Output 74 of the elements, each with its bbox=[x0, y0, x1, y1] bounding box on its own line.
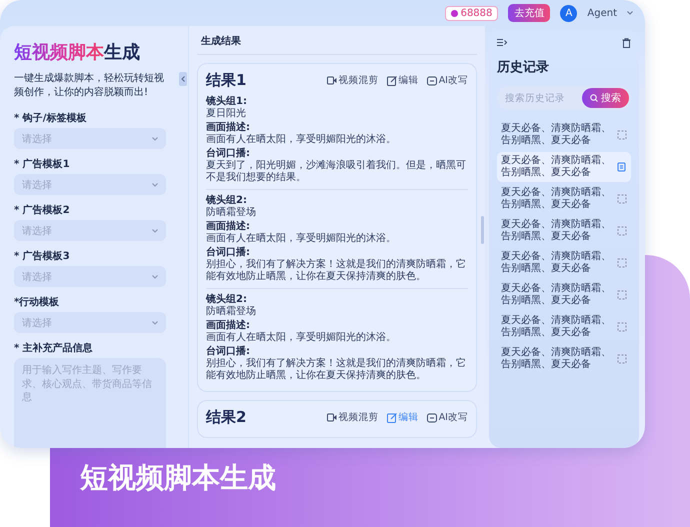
trash-icon[interactable] bbox=[622, 38, 631, 48]
dashed-square-icon[interactable] bbox=[617, 354, 627, 364]
shot-label: 画面描述: bbox=[206, 320, 251, 332]
chevron-left-icon bbox=[181, 76, 185, 82]
user-name[interactable]: Agent bbox=[587, 8, 617, 18]
chevron-down-icon[interactable] bbox=[152, 320, 158, 324]
action-link[interactable]: AI改写 bbox=[426, 74, 468, 87]
field-label: * 广告模板1 bbox=[14, 157, 71, 171]
result-title: 结果2 bbox=[206, 408, 246, 427]
shot-text: 夏天到了，阳光明媚，沙滩海浪吸引着我们。但是，晒黑可不是我们想要的结果。 bbox=[206, 160, 467, 184]
edit-icon bbox=[386, 76, 397, 86]
history-item[interactable]: 夏天必备、清爽防晒霜、告别晒黑、夏天必备 bbox=[497, 152, 631, 182]
history-item[interactable]: 夏天必备、清爽防晒霜、告别晒黑、夏天必备 bbox=[497, 120, 631, 150]
results-heading: 生成结果 bbox=[197, 34, 477, 55]
chevron-down-icon[interactable] bbox=[152, 228, 158, 232]
field-label: *行动模板 bbox=[14, 296, 60, 309]
shot-text: 别担心，我们有了解决方案！这就是我们的清爽防晒霜，它能有效地防止晒黑，让你在夏天保持清爽的肤色。 bbox=[206, 259, 467, 283]
user-avatar[interactable]: A bbox=[560, 4, 578, 22]
shot-text: 画面有人在晒太阳，享受明媚阳光的沐浴。 bbox=[206, 134, 397, 146]
scrollbar-thumb[interactable] bbox=[481, 216, 484, 244]
caret-icon[interactable] bbox=[627, 11, 633, 15]
history-title: 历史记录 bbox=[497, 59, 550, 76]
history-item[interactable]: 夏天必备、清爽防晒霜、告别晒黑、夏天必备 bbox=[497, 312, 631, 342]
chevron-down-icon[interactable] bbox=[152, 274, 158, 278]
action-link[interactable]: AI改写 bbox=[426, 411, 468, 424]
dashed-square-icon[interactable] bbox=[617, 290, 627, 300]
description: 一键生成爆款脚本，轻松玩转短视频创作，让你的内容脱颖而出! bbox=[14, 72, 165, 99]
history-item[interactable]: 夏天必备、清爽防晒霜、告别晒黑、夏天必备 bbox=[497, 184, 631, 214]
shot-label: 台词口播: bbox=[206, 247, 251, 258]
copy-icon[interactable] bbox=[617, 162, 627, 172]
dashed-square-icon[interactable] bbox=[617, 226, 627, 236]
action-link[interactable]: 视频混剪 bbox=[326, 411, 379, 424]
shot-label: 镜头组1: bbox=[206, 96, 248, 108]
dashed-square-icon[interactable] bbox=[617, 194, 627, 204]
menu-icon[interactable] bbox=[497, 38, 507, 47]
edit-icon bbox=[386, 412, 397, 422]
field-label: * 主补充产品信息 bbox=[14, 341, 94, 355]
field-label: * 广告模板3 bbox=[14, 249, 71, 263]
history-item[interactable]: 夏天必备、清爽防晒霜、告别晒黑、夏天必备 bbox=[497, 280, 631, 310]
history-item[interactable]: 夏天必备、清爽防晒霜、告别晒黑、夏天必备 bbox=[497, 248, 631, 278]
chevron-down-icon[interactable] bbox=[152, 182, 158, 186]
shot-label: 镜头组2: bbox=[206, 195, 248, 206]
shot-text: 画面有人在晒太阳，享受明媚阳光的沐浴。 bbox=[206, 233, 397, 245]
shot-label: 画面描述: bbox=[206, 122, 251, 134]
result-title: 结果1 bbox=[206, 71, 246, 90]
video-camera-icon bbox=[326, 413, 337, 422]
banner-title: 短视频脚本生成 bbox=[80, 460, 276, 496]
collapse-button[interactable] bbox=[179, 72, 187, 86]
history-item[interactable]: 夏天必备、清爽防晒霜、告别晒黑、夏天必备 bbox=[497, 216, 631, 246]
search-button[interactable]: 搜索 bbox=[582, 88, 629, 108]
action-link[interactable]: 编辑 bbox=[386, 74, 419, 87]
field-label: * 广告模板2 bbox=[14, 203, 71, 217]
chevron-down-icon[interactable] bbox=[152, 136, 158, 140]
history-item[interactable]: 夏天必备、清爽防晒霜、告别晒黑、夏天必备 bbox=[497, 344, 631, 374]
recharge-button[interactable]: 去充值 bbox=[508, 4, 550, 22]
shot-label: 台词口播: bbox=[206, 346, 251, 358]
search-icon bbox=[590, 94, 598, 102]
shot-label: 画面描述: bbox=[206, 221, 251, 233]
shot-text: 防晒霜登场 bbox=[206, 306, 257, 318]
shot-text: 防晒霜登场 bbox=[206, 207, 257, 219]
dashed-square-icon[interactable] bbox=[617, 322, 627, 332]
shot-text: 画面有人在晒太阳，享受明媚阳光的沐浴。 bbox=[206, 332, 397, 344]
field-label: * 钩子/标签模板 bbox=[14, 112, 88, 125]
shot-text: 别担心，我们有了解决方案！这就是我们的清爽防晒霜，它能有效地防止晒黑，让你在夏天保持清爽的肤色。 bbox=[206, 358, 467, 382]
dashed-square-icon[interactable] bbox=[617, 258, 627, 268]
dashed-square-icon[interactable] bbox=[617, 130, 627, 140]
video-camera-icon bbox=[326, 76, 337, 85]
action-link[interactable]: 视频混剪 bbox=[326, 74, 379, 87]
shot-text: 夏日阳光 bbox=[206, 108, 247, 120]
page-title: 短视频脚本生成 bbox=[14, 41, 141, 64]
search-field[interactable]: 搜索历史记录 搜索 bbox=[497, 86, 631, 110]
shot-label: 台词口播: bbox=[206, 148, 251, 160]
shot-label: 镜头组2: bbox=[206, 294, 248, 306]
points-badge: 68888 bbox=[444, 6, 498, 20]
